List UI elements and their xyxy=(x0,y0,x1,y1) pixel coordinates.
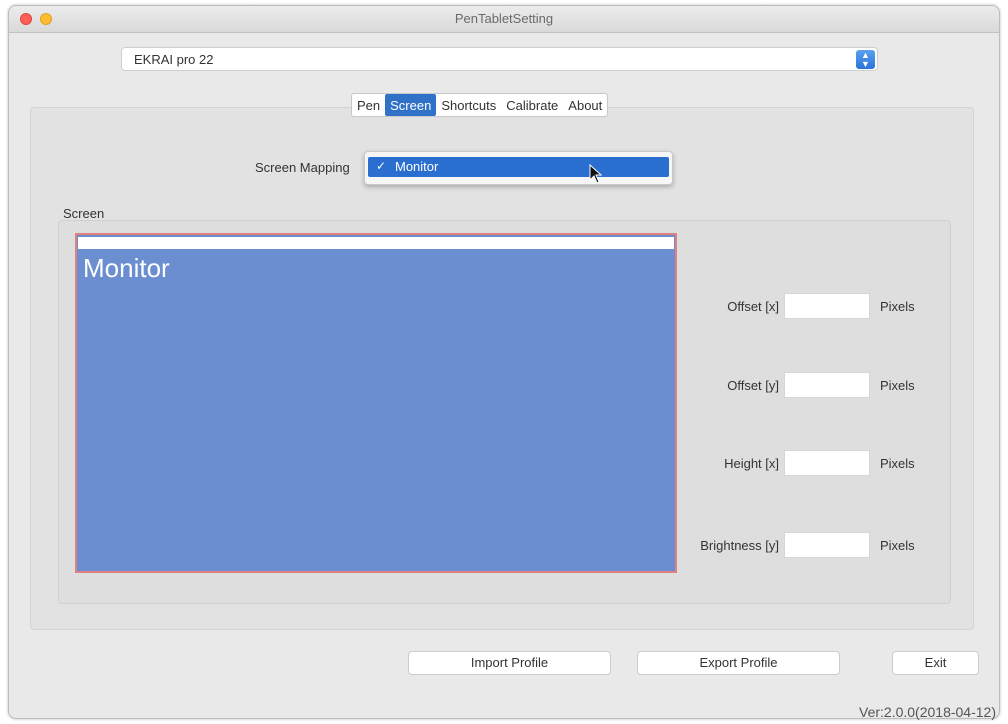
checkmark-icon: ✓ xyxy=(376,159,387,173)
tab-pen[interactable]: Pen xyxy=(352,94,385,116)
monitor-area-topbar xyxy=(78,237,674,249)
height-x-unit: Pixels xyxy=(880,456,915,471)
tab-calibrate[interactable]: Calibrate xyxy=(501,94,563,116)
version-label: Ver:2.0.0(2018-04-12) xyxy=(859,704,996,720)
tab-screen[interactable]: Screen xyxy=(385,94,437,116)
screen-mapping-label: Screen Mapping xyxy=(255,160,350,175)
brightness-y-unit: Pixels xyxy=(880,538,915,553)
window-title: PenTabletSetting xyxy=(454,11,554,26)
offset-x-unit: Pixels xyxy=(880,299,915,314)
dropdown-option-monitor[interactable]: ✓ Monitor xyxy=(368,157,669,177)
mouse-pointer-icon xyxy=(589,164,603,184)
height-x-input[interactable] xyxy=(784,450,870,476)
dropdown-option-label: Monitor xyxy=(395,159,439,174)
up-down-chevron-icon[interactable]: ▲ ▼ xyxy=(856,50,875,69)
offset-x-input[interactable] xyxy=(784,293,870,319)
title-bar[interactable]: PenTabletSetting xyxy=(9,6,999,33)
tab-shortcuts[interactable]: Shortcuts xyxy=(436,94,501,116)
offset-y-unit: Pixels xyxy=(880,378,915,393)
offset-x-label: Offset [x] xyxy=(727,299,779,314)
exit-button[interactable]: Exit xyxy=(892,651,979,675)
height-x-label: Height [x] xyxy=(724,456,779,471)
screen-group-label: Screen xyxy=(63,206,105,221)
monitor-mapping-area[interactable]: Monitor xyxy=(75,233,677,573)
device-select[interactable]: EKRAI pro 22 ▲ ▼ xyxy=(121,47,878,71)
device-select-value: EKRAI pro 22 xyxy=(134,52,214,67)
brightness-y-label: Brightness [y] xyxy=(700,538,779,553)
brightness-y-input[interactable] xyxy=(784,532,870,558)
offset-y-input[interactable] xyxy=(784,372,870,398)
screen-mapping-dropdown[interactable]: ✓ Monitor xyxy=(364,151,673,185)
monitor-area-label: Monitor xyxy=(83,253,170,283)
tab-bar: Pen Screen Shortcuts Calibrate About xyxy=(351,93,609,117)
offset-y-label: Offset [y] xyxy=(727,378,779,393)
tab-about[interactable]: About xyxy=(563,94,607,116)
export-profile-button[interactable]: Export Profile xyxy=(637,651,840,675)
import-profile-button[interactable]: Import Profile xyxy=(408,651,611,675)
